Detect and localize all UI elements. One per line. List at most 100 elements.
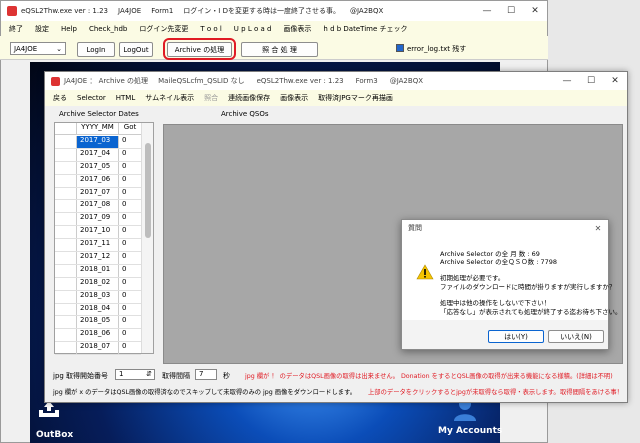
row-got: 0 bbox=[119, 226, 141, 238]
menu-login-change[interactable]: ログイン先変更 bbox=[139, 24, 188, 34]
table-row[interactable]: 2018_050 bbox=[55, 316, 141, 329]
row-got: 0 bbox=[119, 136, 141, 148]
row-got: 0 bbox=[119, 252, 141, 264]
table-row[interactable]: 2017_050 bbox=[55, 162, 141, 175]
yes-button[interactable]: はい(Y) bbox=[488, 330, 544, 343]
dialog-line4: ファイルのダウンロードに時間が掛りますが実行しますか？ bbox=[440, 283, 616, 292]
menu-upload[interactable]: U p L o a d bbox=[234, 25, 272, 33]
table-row[interactable]: 2018_070 bbox=[55, 342, 141, 355]
table-row[interactable]: 2018_030 bbox=[55, 291, 141, 304]
note-donation: jpg 欄が ！ のデータはQSL画像の取得は出来ません。 Donation を… bbox=[245, 371, 613, 380]
menu-image-view[interactable]: 画像表示 bbox=[283, 24, 311, 34]
spin-icon[interactable]: ⇵ bbox=[146, 370, 152, 378]
menu-image-view[interactable]: 画像表示 bbox=[280, 93, 308, 103]
row-selector[interactable] bbox=[55, 239, 77, 251]
minimize-button[interactable]: — bbox=[475, 6, 499, 16]
table-row[interactable]: 2018_060 bbox=[55, 329, 141, 342]
error-log-label: error_log.txt 残す bbox=[407, 44, 466, 54]
row-selector[interactable] bbox=[55, 136, 77, 148]
table-row[interactable]: 2017_120 bbox=[55, 252, 141, 265]
table-row[interactable]: 2018_040 bbox=[55, 304, 141, 317]
error-log-checkbox[interactable] bbox=[396, 44, 404, 52]
row-yyyymm: 2017_09 bbox=[77, 213, 119, 225]
no-button[interactable]: いいえ(N) bbox=[548, 330, 604, 343]
row-selector[interactable] bbox=[55, 252, 77, 264]
table-row[interactable]: 2017_030 bbox=[55, 136, 141, 149]
row-yyyymm: 2017_08 bbox=[77, 200, 119, 212]
login-button[interactable]: LogIn bbox=[77, 42, 115, 57]
menu-thumbnail[interactable]: サムネイル表示 bbox=[145, 93, 194, 103]
archive-title-form: Form3 bbox=[356, 77, 378, 85]
row-selector[interactable] bbox=[55, 200, 77, 212]
table-row[interactable]: 2018_010 bbox=[55, 265, 141, 278]
menu-check-hdb[interactable]: Check_hdb bbox=[89, 25, 127, 33]
logout-button[interactable]: LogOut bbox=[119, 42, 153, 57]
table-row[interactable]: 2017_040 bbox=[55, 149, 141, 162]
menu-selector[interactable]: Selector bbox=[77, 94, 106, 102]
selector-table[interactable]: YYYY_MM Got 2017_0302017_0402017_0502017… bbox=[54, 122, 154, 354]
menu-hdb-datetime[interactable]: h d b DateTime チェック bbox=[323, 24, 407, 34]
warning-icon bbox=[416, 264, 434, 280]
row-selector[interactable] bbox=[55, 226, 77, 238]
menu-back[interactable]: 戻る bbox=[53, 93, 67, 103]
start-no-label: jpg 取得開始番号 bbox=[53, 372, 108, 380]
interval-input[interactable]: 7 bbox=[195, 369, 217, 380]
row-yyyymm: 2017_10 bbox=[77, 226, 119, 238]
row-selector[interactable] bbox=[55, 265, 77, 277]
dialog-body: Archive Selector の全 月 数 : 69 Archive Sel… bbox=[402, 236, 608, 320]
dialog-line2: Archive Selector の全ＱＳＯ数 : 7798 bbox=[440, 258, 557, 267]
start-no-input[interactable]: 1 ⇵ bbox=[115, 369, 155, 380]
chevron-down-icon: ⌄ bbox=[56, 45, 62, 53]
row-selector[interactable] bbox=[55, 342, 77, 354]
table-row[interactable]: 2017_090 bbox=[55, 213, 141, 226]
dialog-line3: 初期処理が必要です。 bbox=[440, 274, 504, 283]
menu-redraw-jpg[interactable]: 取得済JPGマーク再描画 bbox=[318, 93, 393, 103]
table-row[interactable]: 2017_110 bbox=[55, 239, 141, 252]
menu-exit[interactable]: 終了 bbox=[9, 24, 23, 34]
dialog-titlebar: 質問 ✕ bbox=[402, 220, 608, 236]
close-icon[interactable]: ✕ bbox=[588, 224, 608, 233]
row-selector[interactable] bbox=[55, 213, 77, 225]
main-title-call: JA4JOE bbox=[118, 7, 141, 15]
row-selector[interactable] bbox=[55, 188, 77, 200]
close-button[interactable]: ✕ bbox=[603, 76, 627, 86]
row-selector[interactable] bbox=[55, 316, 77, 328]
archive-menubar: 戻る Selector HTML サムネイル表示 照合 連続画像保存 画像表示 … bbox=[45, 90, 627, 106]
match-button[interactable]: 照 合 処 理 bbox=[241, 42, 318, 57]
row-got: 0 bbox=[119, 200, 141, 212]
minimize-button[interactable]: — bbox=[555, 76, 579, 86]
menu-html[interactable]: HTML bbox=[116, 94, 135, 102]
scroll-thumb[interactable] bbox=[145, 143, 151, 238]
my-accounts-label[interactable]: My Accounts bbox=[438, 426, 502, 436]
row-got: 0 bbox=[119, 162, 141, 174]
row-selector[interactable] bbox=[55, 304, 77, 316]
row-selector[interactable] bbox=[55, 175, 77, 187]
main-menubar: 終了 設定 Help Check_hdb ログイン先変更 T o o l U p… bbox=[1, 21, 547, 37]
menu-settings[interactable]: 設定 bbox=[35, 24, 49, 34]
table-row[interactable]: 2017_070 bbox=[55, 188, 141, 201]
menu-tool[interactable]: T o o l bbox=[200, 25, 221, 33]
menu-batch-save[interactable]: 連続画像保存 bbox=[228, 93, 270, 103]
col-yyyymm: YYYY_MM bbox=[77, 123, 119, 134]
menu-help[interactable]: Help bbox=[61, 25, 77, 33]
outbox-label[interactable]: OutBox bbox=[36, 430, 73, 440]
maximize-button[interactable]: ☐ bbox=[499, 6, 523, 16]
callsign-select[interactable]: JA4JOE ⌄ bbox=[10, 42, 66, 55]
table-row[interactable]: 2017_100 bbox=[55, 226, 141, 239]
row-selector[interactable] bbox=[55, 149, 77, 161]
row-selector[interactable] bbox=[55, 278, 77, 290]
table-row[interactable]: 2017_080 bbox=[55, 200, 141, 213]
maximize-button[interactable]: ☐ bbox=[579, 76, 603, 86]
archive-button[interactable]: Archive の処理 bbox=[167, 42, 232, 57]
row-got: 0 bbox=[119, 213, 141, 225]
row-selector[interactable] bbox=[55, 162, 77, 174]
row-selector[interactable] bbox=[55, 329, 77, 341]
table-row[interactable]: 2017_060 bbox=[55, 175, 141, 188]
close-button[interactable]: ✕ bbox=[523, 6, 547, 16]
table-header: YYYY_MM Got bbox=[55, 123, 153, 135]
note-interval: 取得間隔をあける事！ bbox=[560, 387, 623, 396]
table-row[interactable]: 2018_020 bbox=[55, 278, 141, 291]
table-scrollbar[interactable] bbox=[141, 123, 153, 353]
qsos-heading: Archive QSOs bbox=[221, 110, 269, 118]
row-selector[interactable] bbox=[55, 291, 77, 303]
